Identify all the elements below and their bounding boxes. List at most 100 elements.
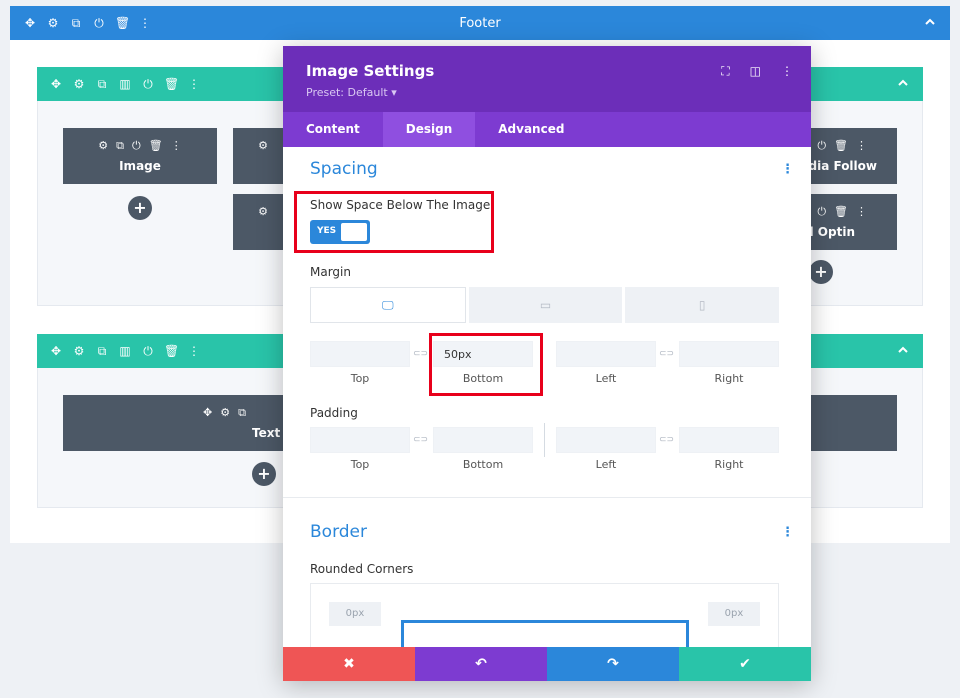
link-icon[interactable]: ⊂⊃ [659,349,674,359]
corner-top-right-input[interactable]: 0px [708,602,760,626]
highlight-box [294,191,494,253]
redo-icon: ↷ [607,656,619,672]
link-icon[interactable]: ⊂⊃ [413,349,428,359]
padding-bottom-input[interactable] [433,427,533,453]
image-settings-modal: Image Settings Preset: Default ▾ ⛶ ◫ ⋮ C… [283,46,811,681]
link-icon[interactable]: ⊂⊃ [659,435,674,445]
duplicate-icon[interactable]: ⧉ [238,406,246,420]
footer-section-header[interactable]: ✥ ⚙ ⧉ ⏻ 🗑 ⋮ Footer [10,6,950,40]
power-icon[interactable]: ⏻ [132,139,141,153]
tab-design[interactable]: Design [382,112,476,147]
save-button[interactable]: ✔ [679,647,811,681]
corner-preview [401,620,689,647]
more-icon[interactable]: ⋮ [856,205,867,219]
add-module-button[interactable]: + [252,462,276,486]
module-image[interactable]: ⚙ ⧉ ⏻ 🗑 ⋮ Image [63,128,217,184]
border-section-title[interactable]: Border [310,522,367,542]
power-icon[interactable]: ⏻ [817,205,826,219]
corner-top-left-input[interactable]: 0px [329,602,381,626]
power-icon[interactable]: ⏻ [141,345,155,357]
trash-icon[interactable]: 🗑 [164,78,179,90]
tab-advanced[interactable]: Advanced [475,112,587,147]
cancel-button[interactable]: ✖ [283,647,415,681]
power-icon[interactable]: ⏻ [817,139,826,153]
margin-right-label: Right [714,372,744,385]
tablet-icon: ▭ [539,298,552,312]
move-icon[interactable]: ✥ [49,78,63,90]
chevron-up-icon[interactable] [924,16,936,28]
link-icon[interactable]: ⊂⊃ [413,435,428,445]
redo-button[interactable]: ↷ [547,647,679,681]
module-social-media-follow[interactable]: ⏻ 🗑 ⋮ edia Follow [797,128,897,184]
rounded-corners-control: 0px 0px [310,583,779,647]
duplicate-icon[interactable]: ⧉ [116,139,124,153]
margin-left-input[interactable] [556,341,656,367]
row-toolbar: ✥ ⚙ ⧉ ▥ ⏻ 🗑 ⋮ [49,78,201,90]
padding-right-input[interactable] [679,427,779,453]
highlight-box [429,333,543,396]
row-toolbar: ✥ ⚙ ⧉ ▥ ⏻ 🗑 ⋮ [49,345,201,357]
undo-button[interactable]: ↶ [415,647,547,681]
module-email-optin[interactable]: ⏻ 🗑 ⋮ il Optin [797,194,897,250]
section-divider [283,497,811,498]
add-module-button[interactable]: + [128,196,152,220]
close-icon: ✖ [343,656,355,672]
device-tabs: 🖵 ▭ ▯ [310,287,780,323]
padding-top-label: Top [350,458,370,471]
gear-icon[interactable]: ⚙ [258,139,268,152]
columns-icon[interactable]: ▥ [118,345,132,357]
gear-icon[interactable]: ⚙ [258,205,268,218]
phone-tab[interactable]: ▯ [625,287,780,323]
separator [544,423,545,457]
more-icon[interactable]: ⋮ [781,64,793,79]
sidebar-icon[interactable]: ◫ [750,64,761,79]
duplicate-icon[interactable]: ⧉ [95,78,109,90]
tablet-tab[interactable]: ▭ [468,287,623,323]
more-icon[interactable]: ⋮ [781,162,794,177]
gear-icon[interactable]: ⚙ [220,406,230,420]
chevron-up-icon[interactable] [897,344,909,356]
preset-dropdown[interactable]: Preset: Default ▾ [306,86,397,99]
trash-icon[interactable]: 🗑 [164,345,179,357]
gear-icon[interactable]: ⚙ [72,345,86,357]
modal-title: Image Settings [306,62,435,80]
modal-footer: ✖ ↶ ↷ ✔ [283,647,811,681]
modal-body: Spacing ⋮ Show Space Below The Image YES… [283,147,811,647]
padding-label: Padding [310,406,358,420]
spacing-section-title[interactable]: Spacing [310,159,378,179]
tab-content[interactable]: Content [283,112,383,147]
more-icon[interactable]: ⋮ [187,345,201,357]
gear-icon[interactable]: ⚙ [98,139,108,153]
undo-icon: ↶ [475,656,487,672]
margin-top-input[interactable] [310,341,410,367]
fullscreen-icon[interactable]: ⛶ [721,64,729,79]
module-label: edia Follow [800,159,877,173]
modal-header[interactable]: Image Settings Preset: Default ▾ ⛶ ◫ ⋮ [283,46,811,112]
desktop-icon: 🖵 [382,297,394,312]
padding-left-label: Left [595,458,617,471]
desktop-tab[interactable]: 🖵 [310,287,466,323]
module-label: Image [119,159,161,173]
modal-tabs: Content Design Advanced [283,112,811,147]
trash-icon[interactable]: 🗑 [149,139,163,153]
move-icon[interactable]: ✥ [203,406,212,420]
more-icon[interactable]: ⋮ [171,139,182,153]
padding-top-input[interactable] [310,427,410,453]
padding-left-input[interactable] [556,427,656,453]
gear-icon[interactable]: ⚙ [72,78,86,90]
rounded-corners-label: Rounded Corners [310,562,414,576]
trash-icon[interactable]: 🗑 [834,205,848,219]
power-icon[interactable]: ⏻ [141,78,155,90]
columns-icon[interactable]: ▥ [118,78,132,90]
chevron-up-icon[interactable] [897,77,909,89]
more-icon[interactable]: ⋮ [856,139,867,153]
add-module-button[interactable]: + [809,260,833,284]
padding-bottom-label: Bottom [462,458,504,471]
more-icon[interactable]: ⋮ [187,78,201,90]
trash-icon[interactable]: 🗑 [834,139,848,153]
margin-top-label: Top [350,372,370,385]
duplicate-icon[interactable]: ⧉ [95,345,109,357]
more-icon[interactable]: ⋮ [781,525,794,540]
move-icon[interactable]: ✥ [49,345,63,357]
margin-right-input[interactable] [679,341,779,367]
